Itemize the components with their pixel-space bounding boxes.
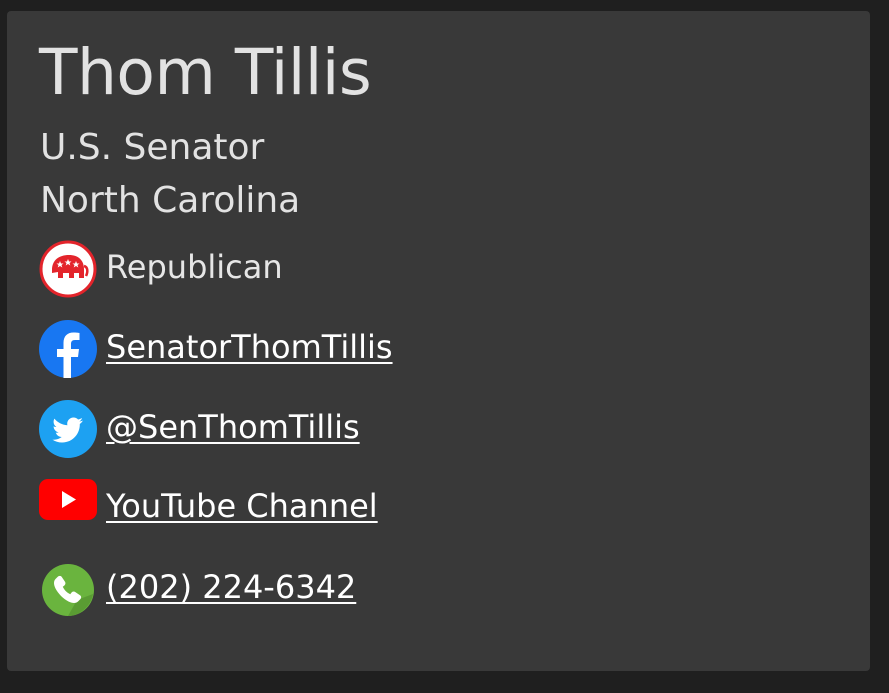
youtube-link[interactable]: YouTube Channel — [106, 488, 378, 525]
youtube-row: YouTube Channel — [39, 479, 739, 537]
youtube-icon — [39, 479, 97, 520]
facebook-row: SenatorThomTillis — [39, 320, 739, 378]
twitter-row: @SenThomTillis — [39, 400, 739, 458]
facebook-link[interactable]: SenatorThomTillis — [106, 329, 393, 366]
party-label: Republican — [106, 248, 283, 286]
senator-title: U.S. Senator — [40, 127, 265, 168]
twitter-link[interactable]: @SenThomTillis — [106, 409, 360, 446]
republican-elephant-icon — [39, 240, 97, 298]
senator-name: Thom Tillis — [39, 36, 372, 109]
phone-link[interactable]: (202) 224-6342 — [106, 569, 356, 606]
senator-card: Thom Tillis U.S. Senator North Carolina … — [7, 11, 870, 671]
senator-state: North Carolina — [40, 180, 301, 221]
phone-row: (202) 224-6342 — [39, 560, 739, 618]
party-row: Republican — [39, 240, 739, 298]
phone-icon — [42, 564, 94, 616]
twitter-icon — [39, 400, 97, 458]
facebook-icon — [39, 320, 97, 378]
